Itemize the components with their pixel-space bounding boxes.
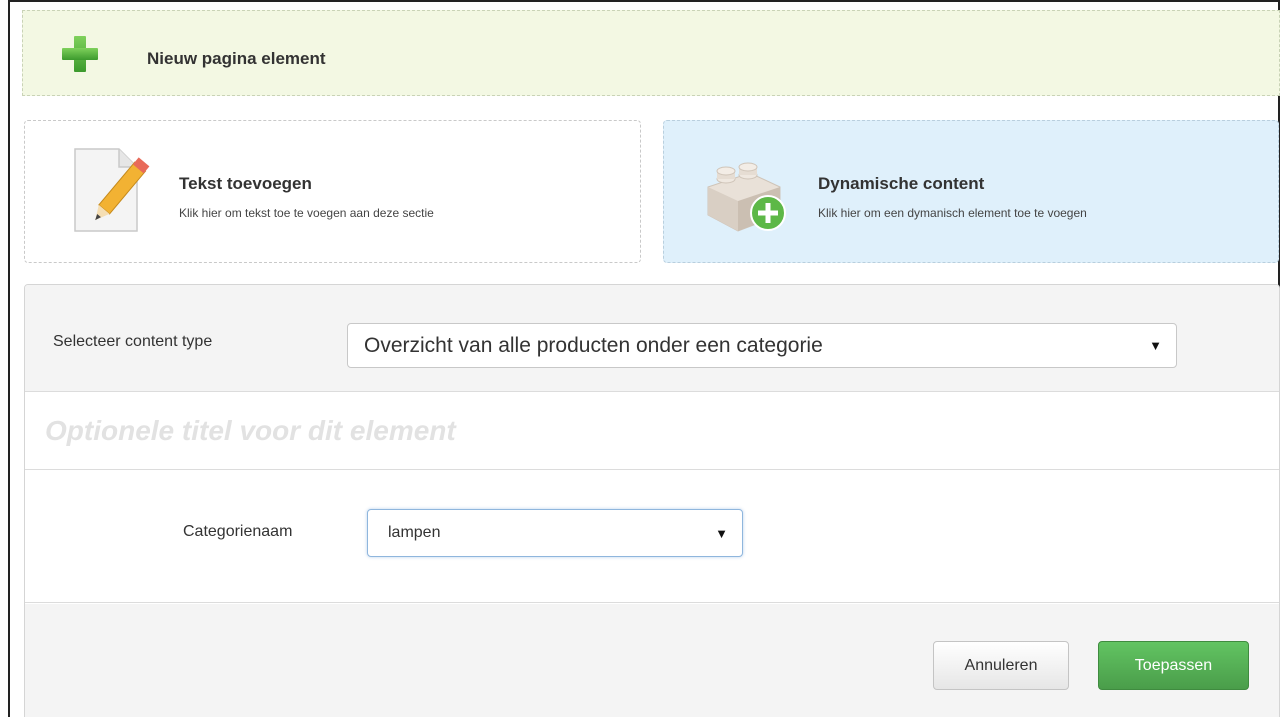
dynamic-content-title: Dynamische content bbox=[818, 174, 985, 193]
chevron-down-icon: ▼ bbox=[1149, 338, 1162, 353]
dialog-frame: Nieuw pagina element Tekst toevoegen Kli… bbox=[8, 0, 1280, 717]
page-title: Nieuw pagina element bbox=[147, 49, 326, 68]
lego-brick-add-icon bbox=[707, 162, 786, 232]
category-value: lampen bbox=[388, 524, 441, 541]
content-type-label: Selecteer content type bbox=[53, 333, 213, 350]
category-row: Categorienaam lampen ▼ bbox=[25, 471, 1279, 603]
category-label: Categorienaam bbox=[183, 523, 293, 540]
title-row bbox=[25, 393, 1279, 470]
cancel-button[interactable]: Annuleren bbox=[933, 641, 1069, 690]
content-type-value: Overzicht van alle producten onder een c… bbox=[364, 333, 823, 357]
plus-icon bbox=[62, 36, 98, 72]
add-text-description: Klik hier om tekst toe te voegen aan dez… bbox=[179, 206, 434, 220]
add-text-title: Tekst toevoegen bbox=[179, 174, 312, 193]
chevron-down-icon: ▼ bbox=[715, 525, 728, 541]
apply-button[interactable]: Toepassen bbox=[1098, 641, 1249, 690]
dynamic-content-description: Klik hier om een dymanisch element toe t… bbox=[818, 206, 1087, 220]
content-type-select[interactable]: Overzicht van alle producten onder een c… bbox=[347, 323, 1177, 368]
pencil-document-icon bbox=[74, 148, 150, 232]
category-select[interactable]: lampen ▼ bbox=[367, 509, 743, 557]
new-element-header: Nieuw pagina element bbox=[22, 10, 1280, 96]
content-type-row: Selecteer content type Overzicht van all… bbox=[25, 285, 1279, 392]
settings-panel: Selecteer content type Overzicht van all… bbox=[24, 284, 1280, 717]
footer-row: Annuleren Toepassen bbox=[25, 604, 1279, 717]
dynamic-content-card[interactable]: Dynamische content Klik hier om een dyma… bbox=[663, 120, 1279, 263]
add-text-card[interactable]: Tekst toevoegen Klik hier om tekst toe t… bbox=[24, 120, 641, 263]
element-title-input[interactable] bbox=[25, 393, 1279, 469]
